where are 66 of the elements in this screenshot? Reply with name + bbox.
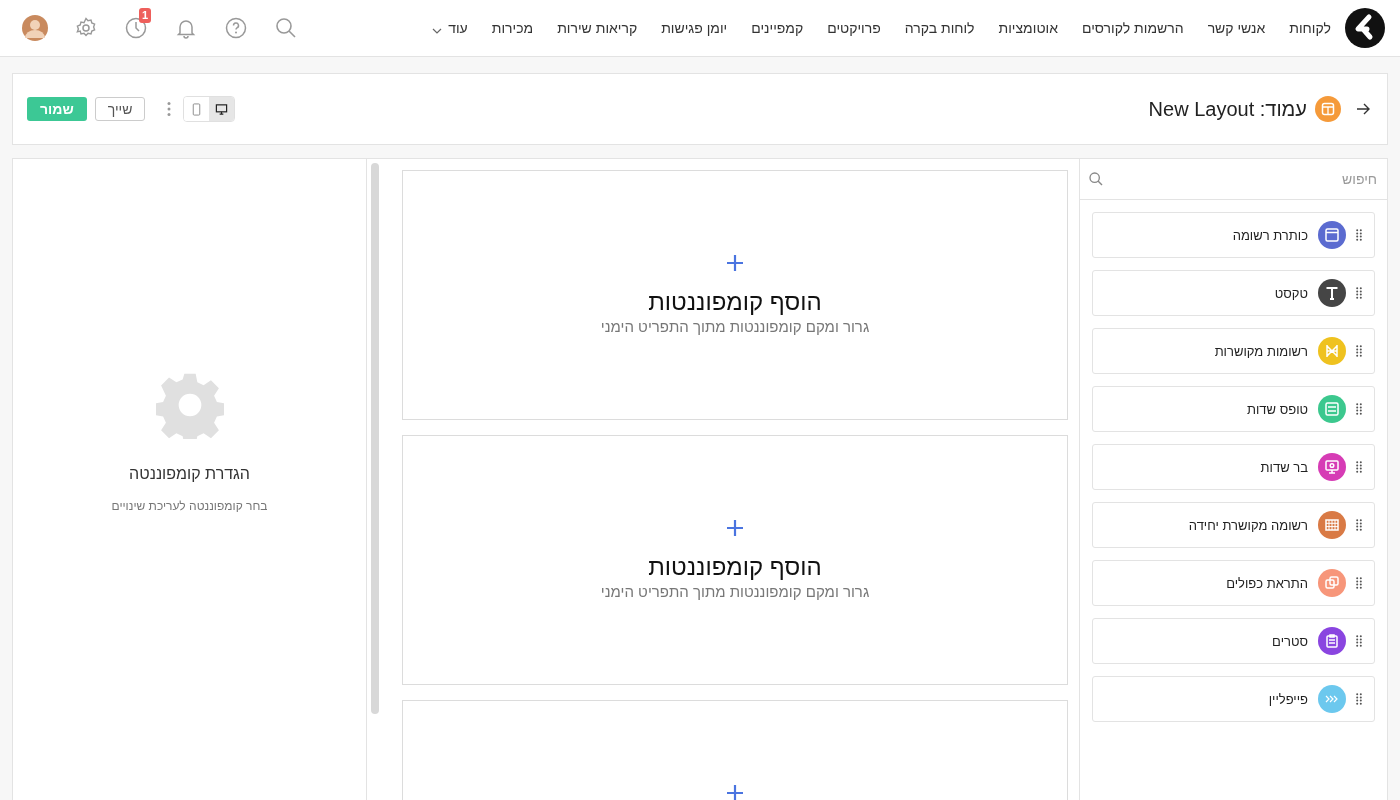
drag-handle-icon[interactable] [1356, 635, 1362, 647]
search-icon[interactable] [1088, 171, 1104, 187]
more-menu[interactable]: עוד [420, 20, 480, 36]
back-arrow-icon[interactable] [1355, 101, 1371, 117]
drop-zone-title: הוסף קומפוננטות [648, 288, 822, 316]
nav-link[interactable]: אוטומציות [986, 20, 1070, 36]
drag-handle-icon[interactable] [1356, 287, 1362, 299]
component-label: כותרת רשומה [1232, 227, 1308, 243]
plus-icon[interactable] [726, 784, 744, 800]
plus-icon[interactable] [726, 254, 744, 272]
component-label: התראת כפולים [1226, 575, 1308, 591]
logo-icon[interactable] [1345, 8, 1385, 48]
nav-link[interactable]: קמפיינים [739, 20, 816, 36]
drop-zone[interactable]: הוסף קומפוננטות גרור ומקם קומפוננטות מתוך התפריט הימני [402, 435, 1068, 685]
settings-hint: בחר קומפוננטה לעריכת שינויים [111, 499, 268, 513]
nav-link[interactable]: פרויקטים [815, 20, 893, 36]
drag-handle-icon[interactable] [1356, 461, 1362, 473]
drop-zone-title: הוסף קומפוננטות [648, 553, 822, 581]
help-icon[interactable] [224, 16, 248, 40]
component-item[interactable]: בר שדות [1092, 444, 1375, 490]
settings-title: הגדרת קומפוננטה [129, 465, 250, 483]
nav-link[interactable]: מכירות [479, 20, 546, 36]
nav-link[interactable]: יומן פגישות [649, 20, 740, 36]
component-item[interactable]: טקסט [1092, 270, 1375, 316]
component-label: רשומה מקושרת יחידה [1188, 517, 1308, 533]
notification-badge: 1 [139, 8, 152, 23]
component-label: טקסט [1274, 285, 1308, 301]
scrollbar[interactable] [371, 163, 379, 714]
nav-link[interactable]: לוחות בקרה [892, 20, 987, 36]
drop-zone-hint: גרור ומקם קומפוננטות מתוך התפריט הימני [600, 583, 870, 600]
drag-handle-icon[interactable] [1356, 403, 1362, 415]
layout-icon [1315, 96, 1341, 122]
avatar[interactable] [22, 15, 48, 41]
component-label: סטרים [1272, 633, 1308, 649]
more-options-icon[interactable] [167, 101, 172, 117]
search-field[interactable]: חיפוש [1104, 170, 1379, 188]
component-label: פייפליין [1268, 691, 1308, 707]
caret-icon[interactable] [432, 27, 443, 34]
share-button[interactable]: שייך [94, 97, 146, 121]
component-item[interactable]: רשומה מקושרת יחידה [1092, 502, 1375, 548]
drag-handle-icon[interactable] [1356, 345, 1362, 357]
nav-link[interactable]: אנשי קשר [1195, 20, 1278, 36]
desktop-view-button[interactable] [209, 97, 235, 121]
gear-icon [155, 371, 224, 439]
drop-zone[interactable]: הוסף קומפוננטות גרור ומקם קומפוננטות מתוך התפריט הימני [402, 170, 1068, 420]
page-title: עמוד: New Layout [1148, 97, 1307, 121]
drag-handle-icon[interactable] [1356, 519, 1362, 531]
drag-handle-icon[interactable] [1356, 693, 1362, 705]
component-label: רשומות מקושרות [1214, 343, 1308, 359]
drop-zone-hint: גרור ומקם קומפוננטות מתוך התפריט הימני [600, 318, 870, 335]
component-item[interactable]: רשומות מקושרות [1092, 328, 1375, 374]
component-item[interactable]: טופס שדות [1092, 386, 1375, 432]
component-label: טופס שדות [1247, 401, 1308, 417]
plus-icon[interactable] [726, 519, 744, 537]
monitor-icon[interactable] [215, 102, 229, 116]
component-item[interactable]: כותרת רשומה [1092, 212, 1375, 258]
component-label: בר שדות [1260, 459, 1308, 475]
search-icon[interactable] [274, 16, 298, 40]
drag-handle-icon[interactable] [1356, 229, 1362, 241]
nav-link[interactable]: הרשמות לקורסים [1069, 20, 1196, 36]
component-item[interactable]: פייפליין [1092, 676, 1375, 722]
drag-handle-icon[interactable] [1356, 577, 1362, 589]
nav-link[interactable]: לקוחות [1277, 20, 1343, 36]
nav-link[interactable]: קריאות שירות [545, 20, 650, 36]
component-item[interactable]: התראת כפולים [1092, 560, 1375, 606]
component-item[interactable]: סטרים [1092, 618, 1375, 664]
